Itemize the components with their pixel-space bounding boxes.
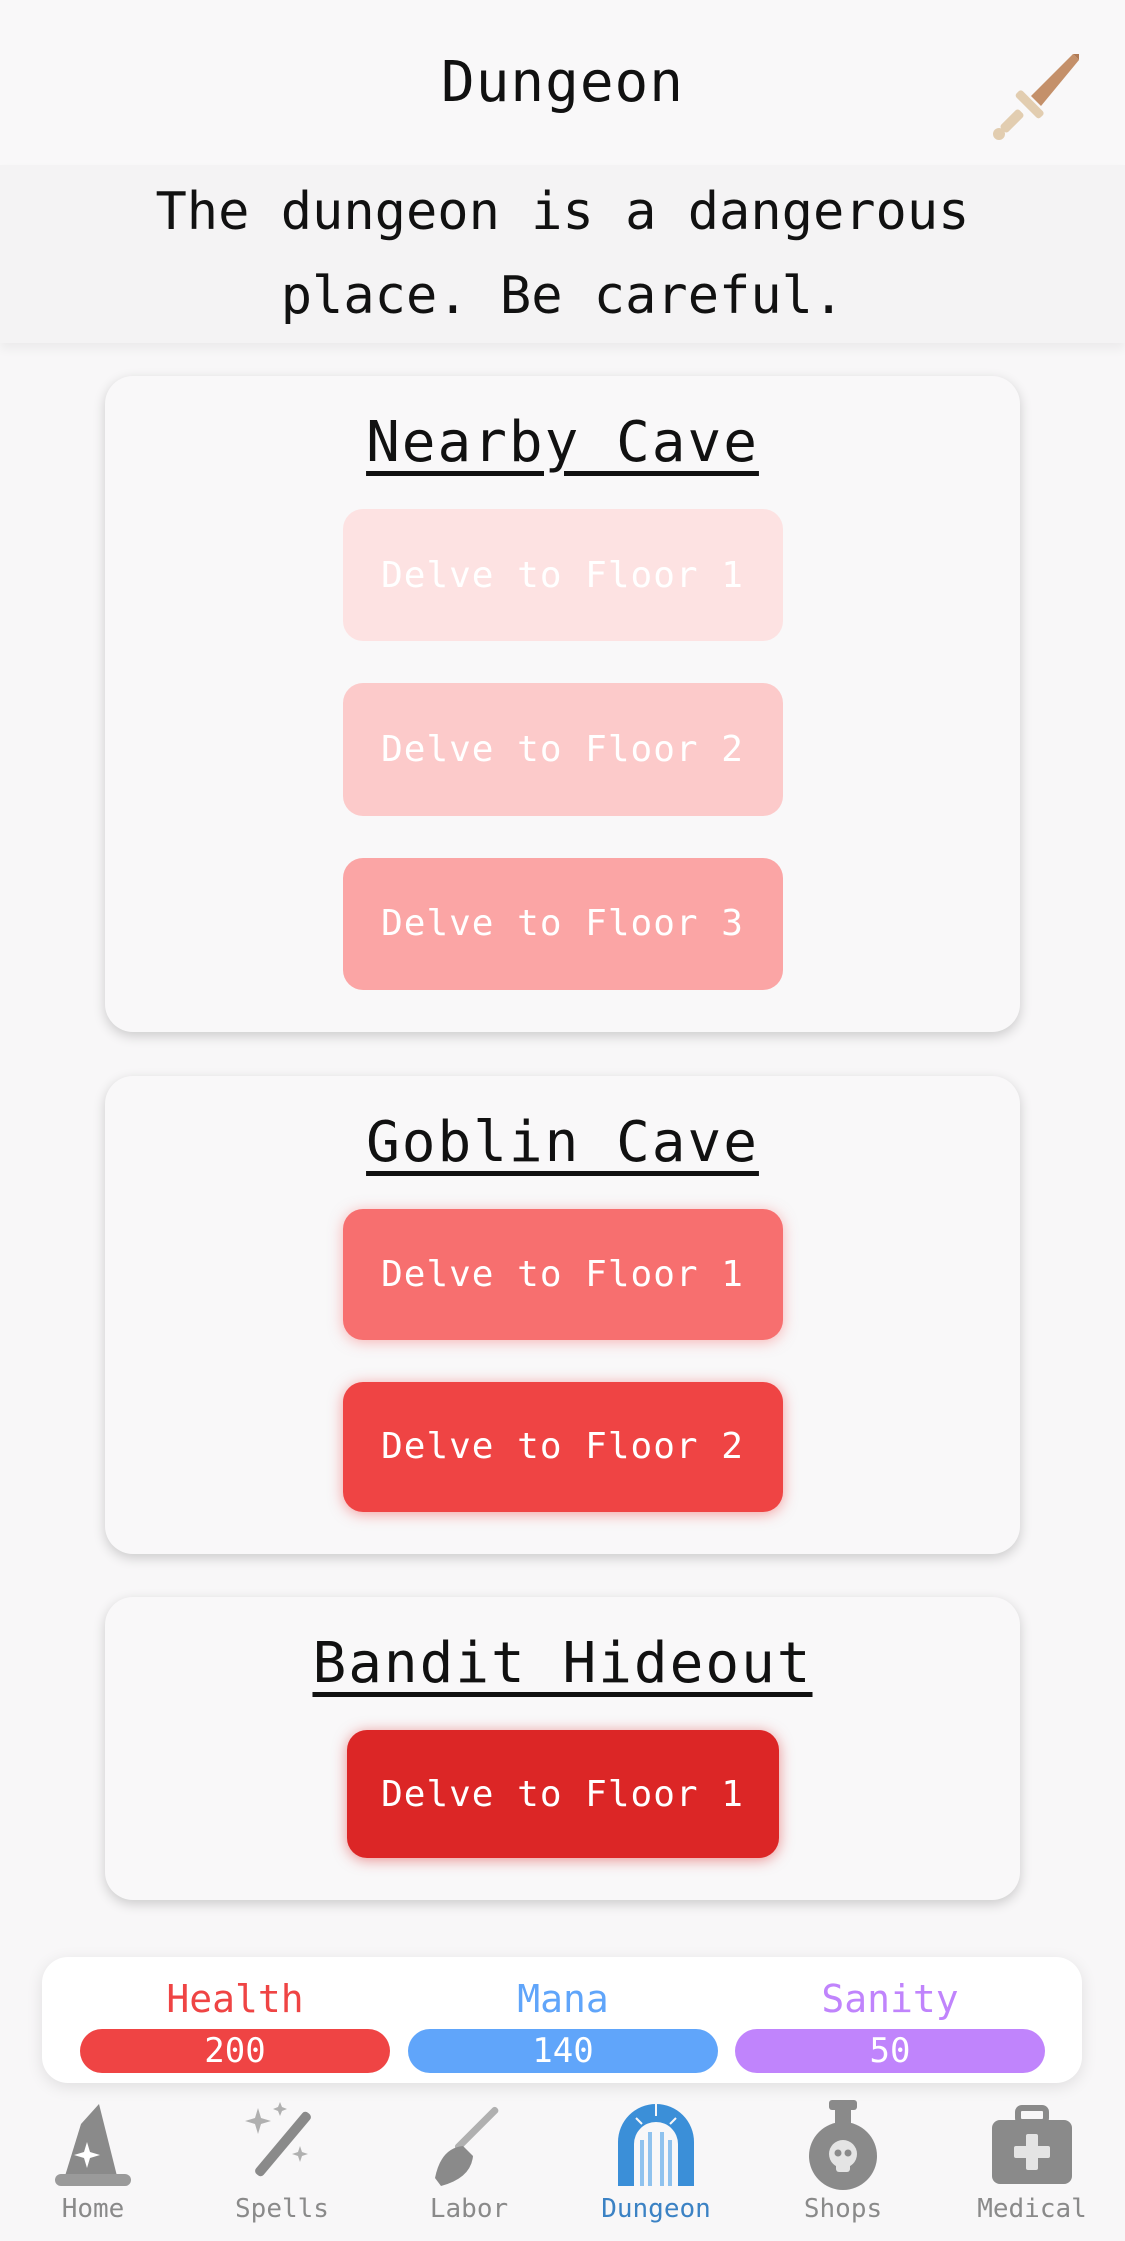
nav-label: Labor <box>429 2194 509 2224</box>
delve-floor-2-button[interactable]: Delve to Floor 2 <box>342 1381 783 1512</box>
subtitle-bar: The dungeon is a dangerous place. Be car… <box>0 165 1125 343</box>
mana-label: Mana <box>517 1977 609 2021</box>
nav-label: Dungeon <box>601 2194 711 2224</box>
health-label: Health <box>166 1977 304 2021</box>
broom-icon <box>435 2106 499 2186</box>
nav-item-shops[interactable]: Shops <box>763 2090 923 2241</box>
nav-item-home[interactable]: Home <box>13 2090 173 2241</box>
health-bar: 200 <box>80 2029 390 2073</box>
page-title: Dungeon <box>440 50 684 115</box>
nav-item-medical[interactable]: Medical <box>952 2090 1112 2241</box>
nav-label: Home <box>61 2194 125 2224</box>
nav-item-labor[interactable]: Labor <box>389 2090 549 2241</box>
nav-label: Medical <box>977 2194 1087 2224</box>
delve-floor-1-button[interactable]: Delve to Floor 1 <box>342 1209 783 1340</box>
wizard-hat-icon <box>55 2104 131 2186</box>
sword-icon[interactable] <box>985 48 1085 148</box>
dungeon-card-nearby-cave: Nearby Cave Delve to Floor 1 Delve to Fl… <box>105 376 1020 1032</box>
nav-item-dungeon[interactable]: Dungeon <box>576 2090 736 2241</box>
stats-panel: Health 200 Mana 140 Sanity 50 <box>42 1957 1082 2083</box>
health-stat: Health 200 <box>80 1977 390 2073</box>
dungeon-gate-icon <box>618 2104 694 2186</box>
nav-item-spells[interactable]: Spells <box>202 2090 362 2241</box>
nav-label: Spells <box>235 2194 329 2224</box>
nav-label: Shops <box>803 2194 883 2224</box>
dungeon-title: Bandit Hideout <box>312 1631 813 1696</box>
sanity-stat: Sanity 50 <box>735 1977 1045 2073</box>
medical-kit-icon <box>992 2105 1072 2184</box>
sanity-label: Sanity <box>821 1977 959 2021</box>
dungeon-card-bandit-hideout: Bandit Hideout Delve to Floor 1 <box>105 1597 1020 1900</box>
delve-floor-3-button[interactable]: Delve to Floor 3 <box>342 857 783 990</box>
dungeon-card-goblin-cave: Goblin Cave Delve to Floor 1 Delve to Fl… <box>105 1076 1020 1554</box>
bottom-nav: Home Spells Labor Dungeon Shops Medical <box>0 2090 1125 2241</box>
delve-floor-1-button[interactable]: Delve to Floor 1 <box>342 509 783 642</box>
potion-skull-icon <box>809 2100 877 2190</box>
dungeon-title: Nearby Cave <box>366 410 759 475</box>
header: Dungeon <box>0 0 1125 165</box>
sanity-bar: 50 <box>735 2029 1045 2073</box>
magic-wand-icon <box>245 2102 311 2177</box>
mana-stat: Mana 140 <box>408 1977 718 2073</box>
delve-floor-2-button[interactable]: Delve to Floor 2 <box>342 683 783 816</box>
mana-bar: 140 <box>408 2029 718 2073</box>
dungeon-title: Goblin Cave <box>366 1110 759 1175</box>
delve-floor-1-button[interactable]: Delve to Floor 1 <box>346 1730 779 1858</box>
subtitle-text: The dungeon is a dangerous place. Be car… <box>155 182 970 326</box>
